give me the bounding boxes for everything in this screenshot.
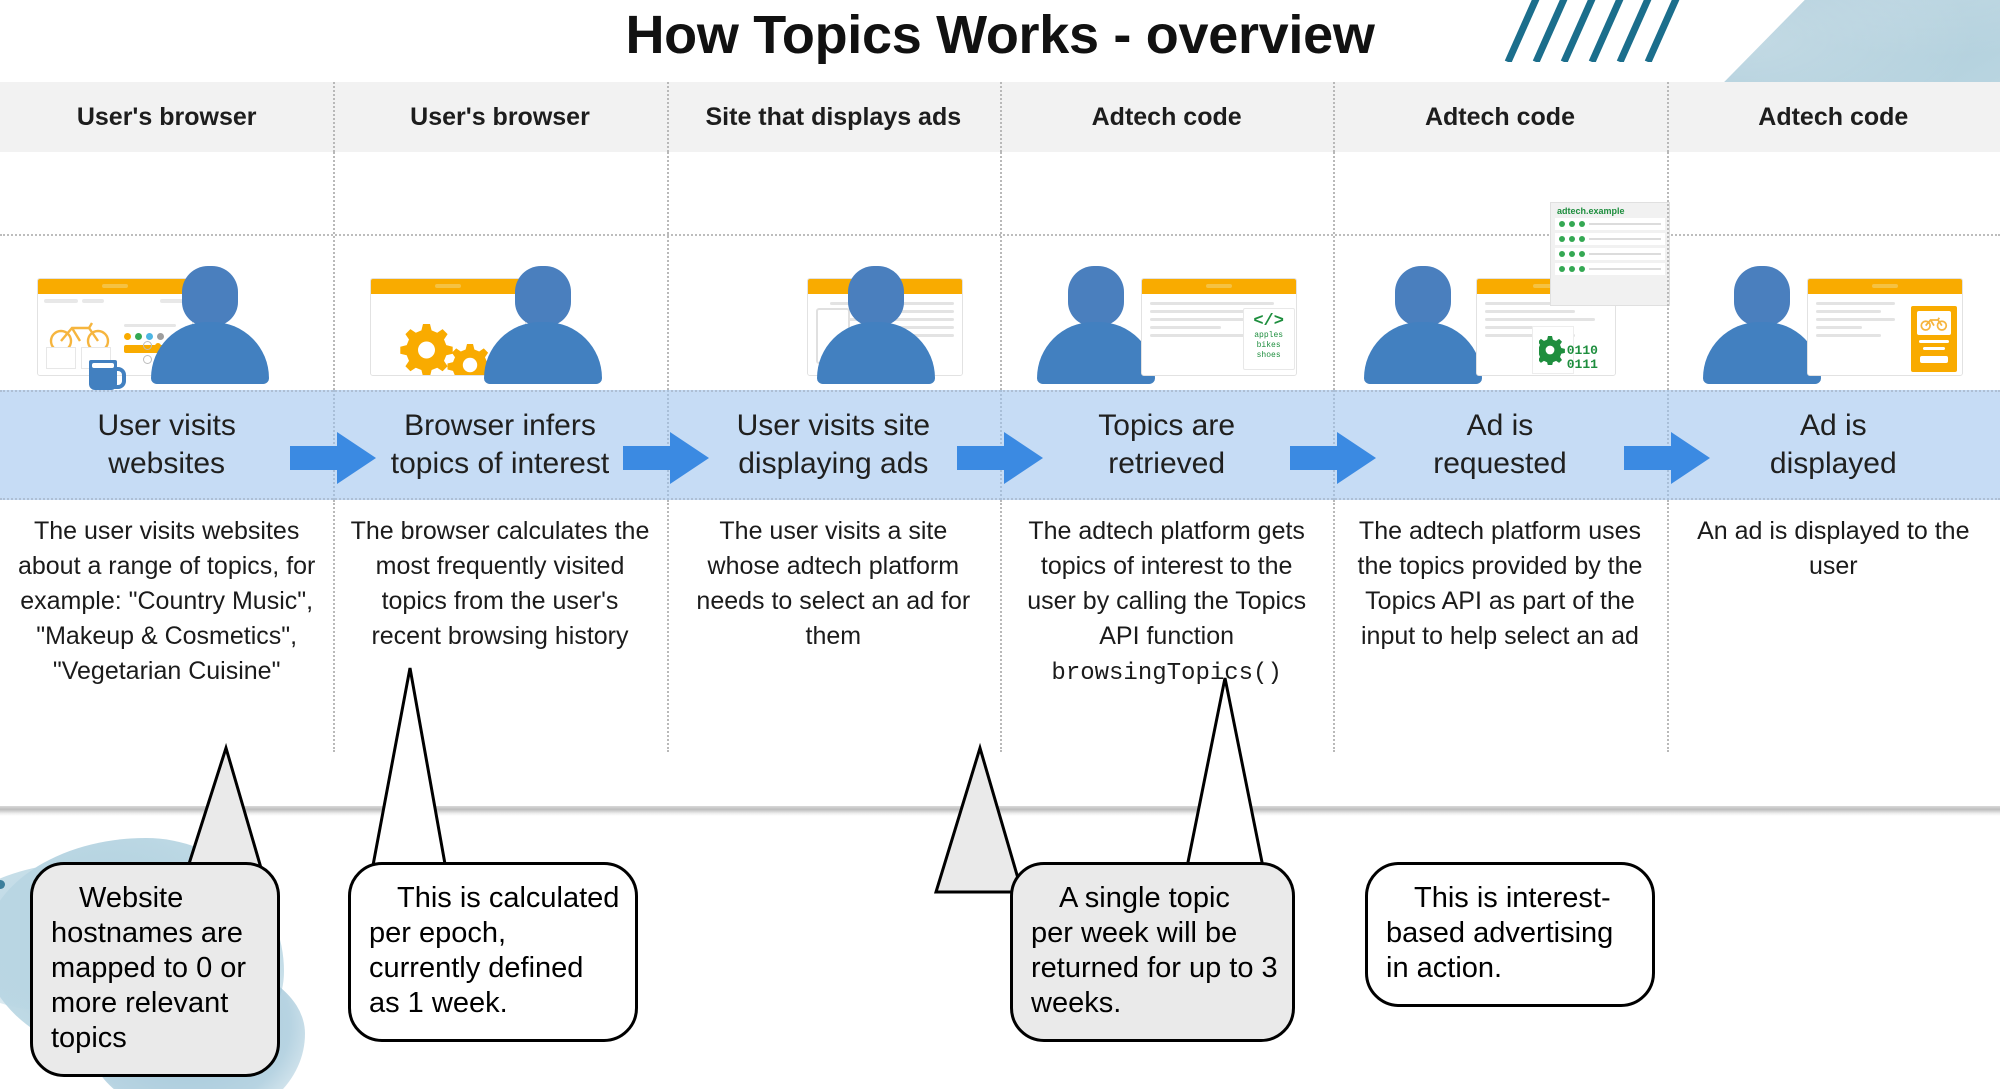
description-text-6: An ad is displayed to the user xyxy=(1697,517,1970,580)
step-label-3a: User visits site xyxy=(736,409,930,442)
actor-header-cell-4: Adtech code xyxy=(999,82,1333,152)
callout-interest-based: This is interest-based advertising in ac… xyxy=(1365,862,1655,1007)
illustration-cell-2 xyxy=(333,152,666,390)
step-cell-3: User visits site displaying ads xyxy=(666,390,1000,500)
step-label-3b: displaying ads xyxy=(738,447,929,480)
description-cell-1: The user visits websites about a range o… xyxy=(0,500,333,752)
code-word-3: shoes xyxy=(1256,351,1281,360)
actor-header-row: User's browser User's browser Site that … xyxy=(0,82,2000,152)
illustration-cell-6 xyxy=(1666,152,2000,390)
step-cell-2: Browser infers topics of interest xyxy=(333,390,666,500)
person-icon xyxy=(1703,266,1822,384)
code-word-1: apples xyxy=(1254,331,1284,340)
actor-header-cell-1: User's browser xyxy=(0,82,333,152)
step-label-6a: Ad is xyxy=(1799,409,1867,442)
description-cell-5: The adtech platform uses the topics prov… xyxy=(1333,500,1666,752)
illustration-cell-3 xyxy=(666,152,1000,390)
ad-creative-tile xyxy=(1911,306,1958,372)
actor-label-5: Adtech code xyxy=(1424,102,1575,131)
step-label-1a: User visits xyxy=(97,409,236,442)
description-text-1: The user visits websites about a range o… xyxy=(17,517,316,685)
actor-header-cell-2: User's browser xyxy=(333,82,666,152)
illustration-person-browsing-shop xyxy=(36,254,297,390)
code-tag-icon: </> xyxy=(1253,312,1284,331)
description-row: The user visits websites about a range o… xyxy=(0,500,2000,752)
person-icon xyxy=(1036,266,1155,384)
coffee-mug-icon xyxy=(88,360,126,390)
step-cell-1: User visits websites xyxy=(0,390,333,500)
step-cell-4: Topics are retrieved xyxy=(999,390,1333,500)
illustration-cell-5: 0110 0111 adtech.example xyxy=(1333,152,1670,390)
description-cell-3: The user visits a site whose adtech plat… xyxy=(666,500,1000,752)
code-snippet-badge: </> apples bikes shoes xyxy=(1242,308,1295,370)
actor-label-6: Adtech code xyxy=(1758,102,1909,131)
product-thumb-1 xyxy=(45,347,76,369)
adtech-server-panel: adtech.example xyxy=(1549,202,1670,306)
description-text-4: The adtech platform gets topics of inter… xyxy=(1027,517,1307,687)
description-text-3: The user visits a site whose adtech plat… xyxy=(696,517,971,650)
description-cell-6: An ad is displayed to the user xyxy=(1666,500,2000,752)
right-arrow-icon-1 xyxy=(290,432,376,484)
step-cell-5: Ad is requested xyxy=(1333,390,1666,500)
description-text-5: The adtech platform uses the topics prov… xyxy=(1357,517,1643,650)
person-icon xyxy=(483,266,602,384)
actor-header-cell-5: Adtech code xyxy=(1333,82,1666,152)
step-label-2a: Browser infers xyxy=(404,409,596,442)
actor-header-cell-6: Adtech code xyxy=(1666,82,2000,152)
illustration-ad-displayed xyxy=(1703,254,1964,384)
step-label-6b: displayed xyxy=(1769,447,1897,480)
step-label-2b: topics of interest xyxy=(390,447,610,480)
topics-flow-table: User's browser User's browser Site that … xyxy=(0,82,2000,752)
actor-label-1: User's browser xyxy=(76,102,257,131)
slide-canvas: How Topics Works - overview User's brows… xyxy=(0,0,2000,1089)
actor-header-cell-3: Site that displays ads xyxy=(666,82,1000,152)
step-label-4a: Topics are xyxy=(1098,409,1236,442)
page-title: How Topics Works - overview xyxy=(625,5,1375,65)
callout-single-topic: A single topic per week will be returned… xyxy=(1010,862,1295,1042)
code-word-2: bikes xyxy=(1256,341,1281,350)
person-icon xyxy=(150,266,269,384)
bicycle-icon xyxy=(1920,317,1948,331)
callout-single-topic-text: A single topic per week will be returned… xyxy=(1031,882,1278,1019)
illustration-adtech-code: </> apples bikes shoes xyxy=(1036,254,1297,384)
step-cell-6: Ad is displayed xyxy=(1666,390,2000,500)
illustration-person-on-site xyxy=(703,254,964,384)
right-arrow-icon-3 xyxy=(957,432,1043,484)
binary-data-decoration: 0110 0111 xyxy=(1566,343,1598,372)
person-icon xyxy=(1363,266,1482,384)
step-label-5b: requested xyxy=(1433,447,1567,480)
actor-label-3: Site that displays ads xyxy=(705,102,962,131)
actor-label-4: Adtech code xyxy=(1091,102,1242,131)
illustration-row: </> apples bikes shoes 0110 0111 adtech.… xyxy=(0,152,2000,390)
step-label-1b: websites xyxy=(108,447,226,480)
right-arrow-icon-4 xyxy=(1290,432,1376,484)
actor-label-2: User's browser xyxy=(410,102,590,131)
illustration-browser-gears xyxy=(369,254,630,384)
right-arrow-icon-5 xyxy=(1624,432,1710,484)
callout-epoch: This is calculated per epoch, currently … xyxy=(348,862,638,1042)
step-label-4b: retrieved xyxy=(1108,447,1225,480)
server-hostname-label: adtech.example xyxy=(1556,206,1625,216)
callout-hostnames-text: Website hostnames are mapped to 0 or mor… xyxy=(51,882,247,1054)
illustration-cell-4: </> apples bikes shoes xyxy=(999,152,1333,390)
illustration-ad-request: 0110 0111 adtech.example xyxy=(1363,202,1670,384)
callout-hostnames: Website hostnames are mapped to 0 or mor… xyxy=(30,862,280,1077)
person-icon xyxy=(817,266,936,384)
callout-epoch-text: This is calculated per epoch, currently … xyxy=(369,882,620,1019)
description-text-2: The browser calculates the most frequent… xyxy=(350,517,650,650)
illustration-cell-1 xyxy=(0,152,333,390)
step-label-5a: Ad is xyxy=(1466,409,1534,442)
right-arrow-icon-2 xyxy=(623,432,709,484)
callout-interest-based-text: This is interest-based advertising in ac… xyxy=(1386,882,1614,984)
